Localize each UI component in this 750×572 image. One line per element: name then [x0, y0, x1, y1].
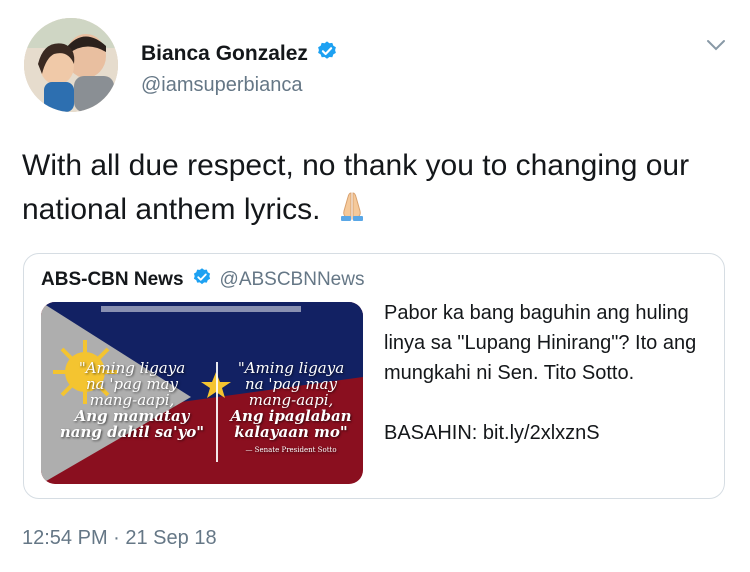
- image-quote-left-line-4: Ang mamatay: [74, 407, 190, 425]
- avatar[interactable]: [24, 18, 118, 112]
- avatar-photo: [24, 18, 118, 112]
- quoted-tweet-header: ABS-CBN News @ABSCBNNews: [41, 267, 364, 293]
- quoted-tweet-card[interactable]: ABS-CBN News @ABSCBNNews "Aming ligaya n…: [23, 253, 725, 499]
- quoted-tweet-image[interactable]: "Aming ligaya na 'pag may mang-aapi, Ang…: [41, 302, 363, 484]
- author-name[interactable]: Bianca Gonzalez: [141, 42, 308, 66]
- verified-badge-icon: [192, 267, 212, 293]
- quoted-tweet-text: Pabor ka bang baguhin ang huling linya s…: [384, 298, 714, 448]
- image-quote-left-line-3: mang-aapi,: [89, 391, 175, 409]
- quoted-tweet-text-main: Pabor ka bang baguhin ang huling linya s…: [384, 302, 697, 384]
- tweet-timestamp[interactable]: 12:54 PM · 21 Sep 18: [22, 527, 217, 550]
- image-quote-left-line-2: na 'pag may: [85, 375, 179, 393]
- author-handle[interactable]: @iamsuperbianca: [141, 74, 303, 97]
- image-quote-right-line-4: Ang ipaglaban: [230, 407, 352, 425]
- image-quote-left: "Aming ligaya na 'pag may mang-aapi, Ang…: [47, 360, 217, 440]
- folded-hands-icon: [335, 189, 369, 236]
- verified-badge-icon: [316, 40, 338, 68]
- image-quote-left-line-1: "Aming ligaya: [78, 359, 186, 377]
- image-quote-right-line-5: kalayaan mo": [234, 423, 348, 441]
- chevron-down-icon[interactable]: [706, 38, 726, 52]
- quoted-author-name: ABS-CBN News: [41, 269, 184, 290]
- tweet-text: With all due respect, no thank you to ch…: [22, 144, 722, 236]
- image-quote-right-line-3: mang-aapi,: [248, 391, 334, 409]
- quoted-tweet-text-link[interactable]: BASAHIN: bit.ly/2xlxznS: [384, 418, 714, 448]
- image-quote-right-line-2: na 'pag may: [244, 375, 338, 393]
- image-quote-right-line-1: "Aming ligaya: [237, 359, 345, 377]
- quoted-author-handle: @ABSCBNNews: [219, 269, 365, 290]
- author-name-row[interactable]: Bianca Gonzalez: [141, 40, 338, 68]
- image-quote-left-line-5: nang dahil sa'yo": [59, 423, 205, 441]
- image-quote-right-credit: — Senate President Sotto: [245, 446, 337, 454]
- image-quote-right: "Aming ligaya na 'pag may mang-aapi, Ang…: [221, 360, 361, 455]
